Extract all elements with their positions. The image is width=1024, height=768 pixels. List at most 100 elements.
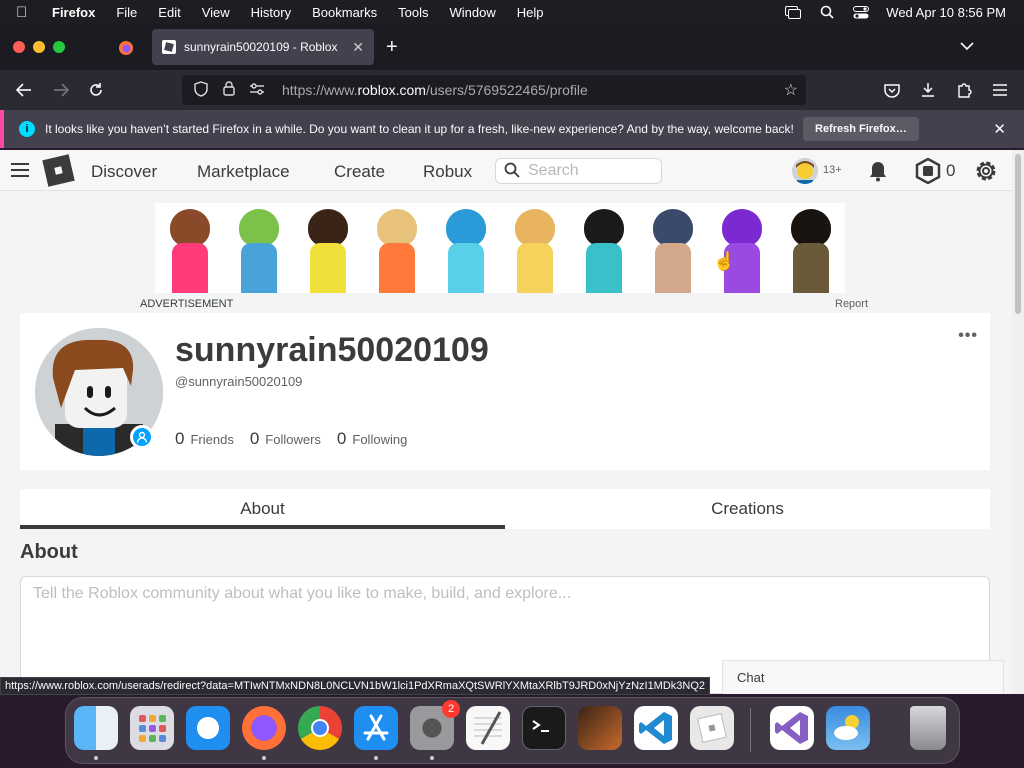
safari-icon[interactable] [186,706,230,750]
menu-window[interactable]: Window [450,5,496,20]
followers-count: 0 [249,429,260,448]
tab-title: sunnyrain50020109 - Roblox [184,40,338,54]
ad-avatar-figure [500,203,569,293]
pocket-icon[interactable] [881,79,903,101]
tab-creations[interactable]: Creations [505,489,990,529]
menu-history[interactable]: History [251,5,291,20]
hamburger-menu-icon[interactable] [11,163,29,177]
settings-gear-icon[interactable] [973,158,999,184]
url-path: /users/5769522465/profile [425,82,588,98]
friends-stat[interactable]: 0 Friends [175,429,234,449]
following-count: 0 [336,429,347,448]
pinned-firefox-tab[interactable] [112,34,140,62]
age-badge: 13+ [823,164,842,176]
header-avatar[interactable] [792,158,818,184]
close-notification-icon[interactable]: ✕ [993,120,1006,138]
apple-icon[interactable]:  [16,4,38,21]
forward-arrow-icon[interactable] [50,79,72,101]
search-box[interactable] [495,158,662,184]
visual-studio-icon[interactable] [770,706,814,750]
spotlight-search-icon[interactable] [818,5,836,19]
nav-robux[interactable]: Robux [423,162,472,182]
firefox-icon[interactable] [242,706,286,750]
minimize-window-button[interactable] [33,41,45,53]
trash-icon[interactable] [910,706,946,750]
refresh-firefox-button[interactable]: Refresh Firefox… [803,117,919,141]
notification-text: It looks like you haven’t started Firefo… [45,122,794,136]
textedit-icon[interactable] [466,706,510,750]
window-controls [13,41,65,53]
report-ad-link[interactable]: Report [835,298,868,310]
ad-avatar-figure [638,203,707,293]
app-menu-hamburger-icon[interactable] [989,79,1011,101]
robux-icon[interactable] [915,157,941,185]
finder-icon[interactable] [74,706,118,750]
close-window-button[interactable] [13,41,25,53]
vscode-icon[interactable] [634,706,678,750]
status-bar-url: https://www.roblox.com/userads/redirect?… [0,677,711,695]
info-icon: i [19,121,35,137]
menu-tools[interactable]: Tools [398,5,428,20]
url-prefix: https://www. [282,82,358,98]
app-store-icon[interactable] [354,706,398,750]
roblox-logo-icon[interactable] [42,154,75,187]
permissions-icon[interactable] [248,82,266,98]
menu-app-firefox[interactable]: Firefox [52,5,95,20]
profile-header-card: sunnyrain50020109 @sunnyrain50020109 0 Fr… [20,313,990,470]
menubar-clock[interactable]: Wed Apr 10 8:56 PM [886,5,1006,20]
nav-create[interactable]: Create [334,162,385,182]
back-arrow-icon[interactable] [13,79,35,101]
more-options-icon[interactable]: ••• [958,327,978,345]
reload-icon[interactable] [85,79,107,101]
downloads-icon[interactable] [917,79,939,101]
roblox-icon[interactable] [690,706,734,750]
menu-help[interactable]: Help [517,5,544,20]
following-label: Following [352,432,408,447]
following-stat[interactable]: 0 Following [337,429,407,449]
chat-bar[interactable]: Chat [722,660,1004,694]
search-input[interactable] [528,162,648,180]
followers-label: Followers [265,432,321,447]
tracking-protection-shield-icon[interactable] [192,80,210,100]
menu-bookmarks[interactable]: Bookmarks [312,5,377,20]
control-center-icon[interactable] [852,5,870,19]
nav-marketplace[interactable]: Marketplace [197,162,290,182]
advertisement-banner[interactable] [155,203,845,293]
running-indicator [262,756,266,760]
robux-balance: 0 [946,161,956,180]
ad-avatar-figure [707,203,776,293]
notification-badge: 2 [442,700,460,718]
notifications-bell-icon[interactable] [866,159,890,183]
followers-stat[interactable]: 0 Followers [250,429,321,449]
launchpad-icon[interactable] [130,706,174,750]
close-tab-icon[interactable]: ✕ [352,39,364,56]
ad-avatar-figure [362,203,431,293]
lock-icon[interactable] [220,81,238,99]
running-indicator [374,756,378,760]
running-indicator [430,756,434,760]
menu-edit[interactable]: Edit [158,5,180,20]
dock-separator [750,708,751,752]
new-tab-button[interactable]: + [386,36,398,59]
page-scrollbar[interactable] [1012,150,1024,694]
garageband-icon[interactable] [578,706,622,750]
active-tab[interactable]: sunnyrain50020109 - Roblox ✕ [152,29,374,65]
screen-mirroring-icon[interactable] [784,5,802,19]
extensions-puzzle-icon[interactable] [953,79,975,101]
menu-file[interactable]: File [116,5,137,20]
ad-avatar-figure [293,203,362,293]
scrollbar-thumb[interactable] [1015,154,1021,314]
ad-avatar-figure [569,203,638,293]
terminal-icon[interactable] [522,706,566,750]
menu-view[interactable]: View [202,5,230,20]
ad-avatar-figure [155,203,224,293]
bookmark-star-icon[interactable]: ☆ [784,80,798,100]
chrome-icon[interactable] [298,706,342,750]
url-bar[interactable]: https://www.roblox.com/users/5769522465/… [182,75,806,105]
zoom-window-button[interactable] [53,41,65,53]
weather-icon[interactable] [826,706,870,750]
roblox-page: Discover Marketplace Create Robux 13+ 0 [0,150,1012,694]
list-all-tabs-chevron-icon[interactable] [960,38,974,54]
nav-discover[interactable]: Discover [91,162,157,182]
tab-about[interactable]: About [20,489,505,529]
